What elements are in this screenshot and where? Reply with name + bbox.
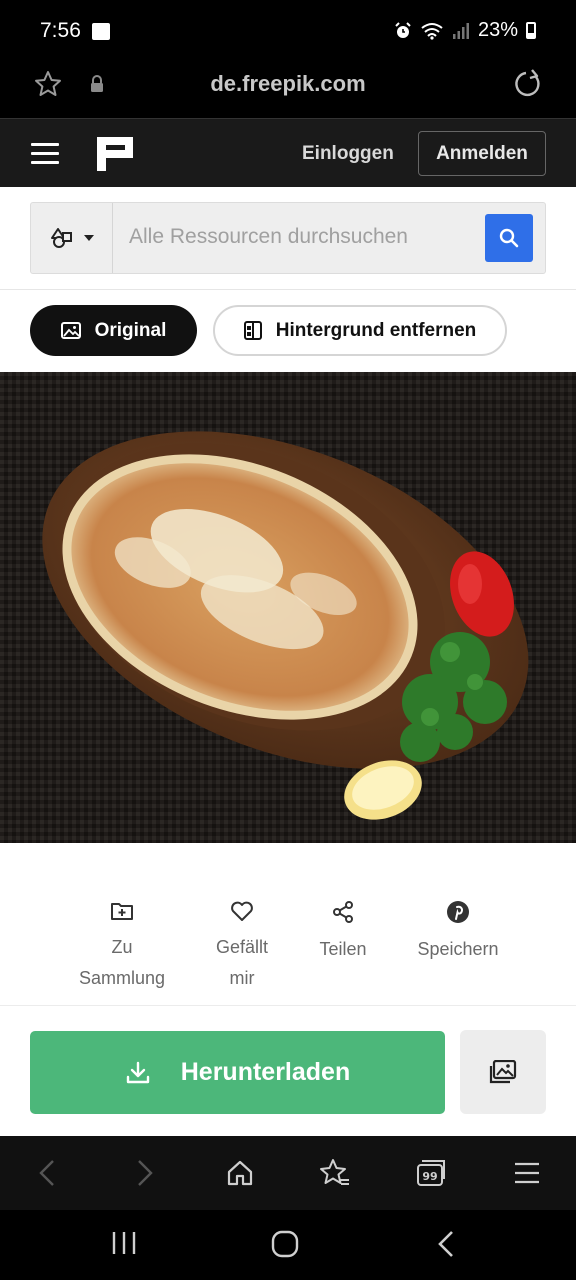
product-photo[interactable] [0, 372, 576, 843]
chevron-down-icon [83, 235, 94, 241]
action-bar: Zu Sammlung Gefällt mir Teilen Speichern [0, 843, 576, 1006]
url-text[interactable]: de.freepik.com [0, 71, 576, 97]
search-input[interactable] [129, 225, 479, 249]
image-notification-icon [92, 23, 110, 40]
download-icon [126, 1061, 149, 1083]
search-icon [499, 228, 519, 248]
view-toggle: Original Hintergrund entfernen [0, 290, 576, 372]
search-box [30, 202, 546, 274]
folder-plus-icon [111, 903, 133, 920]
pinterest-save-button[interactable]: Speichern [408, 900, 508, 965]
original-label: Original [94, 319, 167, 341]
alarm-icon [395, 21, 411, 38]
recent-apps-icon[interactable] [110, 1230, 138, 1256]
home-button-icon[interactable] [271, 1230, 299, 1258]
forward-icon[interactable] [128, 1156, 162, 1190]
status-bar: 7:56 23% [0, 0, 576, 62]
add-to-collection-label: Zu Sammlung [78, 937, 166, 988]
browser-toolbar: 99 [0, 1136, 576, 1210]
menu-more-icon[interactable] [510, 1156, 544, 1190]
like-label: Gefällt mir [215, 937, 269, 988]
site-header: Einloggen Anmelden [0, 118, 576, 187]
svg-text:99: 99 [422, 1170, 437, 1183]
freepik-logo[interactable] [97, 137, 133, 171]
bookmarks-icon[interactable] [318, 1156, 352, 1190]
like-button[interactable]: Gefällt mir [202, 900, 282, 994]
reload-icon[interactable] [512, 68, 544, 100]
battery-percent: 23% [477, 19, 518, 41]
back-icon[interactable] [30, 1156, 64, 1190]
status-right: 23% [394, 19, 536, 42]
add-to-collection-button[interactable]: Zu Sammlung [72, 900, 172, 994]
search-area [0, 187, 576, 290]
tabs-icon[interactable]: 99 [414, 1156, 448, 1190]
system-navigation-bar [0, 1210, 576, 1280]
download-label: Herunterladen [180, 1058, 351, 1086]
share-button[interactable]: Teilen [308, 900, 378, 965]
similar-images-button[interactable] [460, 1030, 546, 1114]
status-time: 7:56 [40, 19, 81, 42]
remove-background-label: Hintergrund entfernen [275, 319, 477, 341]
shapes-icon [50, 228, 72, 248]
gallery-icon [489, 1060, 517, 1084]
remove-background-button[interactable]: Hintergrund entfernen [213, 305, 507, 356]
original-button[interactable]: Original [30, 305, 197, 356]
heart-icon [231, 901, 253, 921]
download-button[interactable]: Herunterladen [30, 1031, 445, 1114]
remove-background-icon [243, 321, 262, 340]
resource-type-dropdown[interactable] [31, 203, 113, 273]
share-label: Teilen [319, 939, 367, 959]
pinterest-save-label: Speichern [417, 939, 499, 959]
login-link[interactable]: Einloggen [302, 143, 394, 165]
search-button[interactable] [485, 214, 533, 262]
system-back-icon[interactable] [436, 1230, 456, 1258]
pinterest-icon [447, 901, 469, 923]
menu-icon[interactable] [31, 143, 59, 165]
signal-icon [452, 22, 469, 39]
wifi-icon [421, 22, 443, 40]
image-icon [60, 322, 81, 339]
home-icon[interactable] [223, 1156, 257, 1190]
signup-button[interactable]: Anmelden [418, 131, 546, 176]
battery-icon [526, 22, 536, 39]
download-area: Herunterladen [0, 1006, 576, 1136]
share-icon [333, 901, 353, 923]
url-bar: de.freepik.com [0, 62, 576, 118]
